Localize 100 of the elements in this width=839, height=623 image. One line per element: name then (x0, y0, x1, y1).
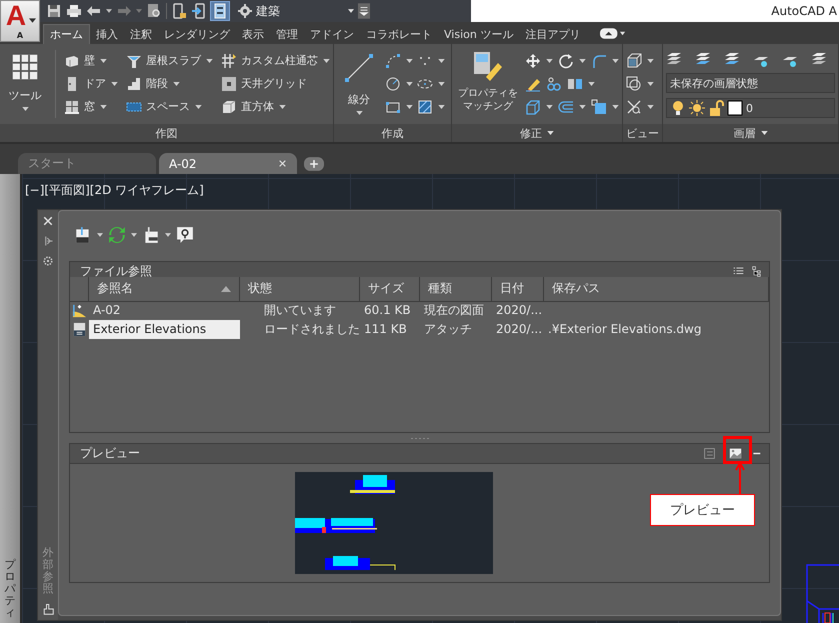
panel-title[interactable]: ビュー (623, 124, 662, 142)
line-button[interactable]: 線分 (337, 48, 381, 124)
caret-icon[interactable] (195, 104, 202, 108)
tool-button[interactable]: 階段 (126, 76, 168, 92)
redo-icon[interactable] (116, 3, 132, 19)
tool-button[interactable]: 直方体 (221, 98, 274, 114)
tool-button[interactable]: ドア (64, 76, 106, 92)
layer-state-dropdown[interactable]: 未保存の画層状態 (666, 73, 835, 93)
circle-icon[interactable] (385, 76, 401, 92)
ribbon-tab[interactable]: 挿入 (90, 24, 124, 44)
caret-icon[interactable] (406, 58, 413, 62)
caret-icon[interactable] (546, 104, 554, 108)
ribbon-tab[interactable]: コラボレート (360, 24, 438, 44)
caret-icon[interactable] (438, 58, 445, 62)
caret-icon[interactable] (588, 82, 596, 86)
ribbon-tab[interactable]: Vision ツール (438, 24, 520, 44)
fillet-icon[interactable] (591, 52, 608, 68)
shapes-icon[interactable] (626, 76, 642, 92)
zoom-icon[interactable] (626, 98, 642, 114)
panel-title[interactable]: 作図 (0, 124, 333, 142)
tree-view-icon[interactable] (752, 266, 763, 277)
panel-title[interactable]: 作成 (334, 124, 452, 142)
panel-title[interactable]: 画層 (663, 124, 838, 142)
panel-title[interactable]: 修正 (452, 124, 622, 142)
ribbon-tab[interactable]: 注釈 (124, 24, 158, 44)
hatch-icon[interactable] (417, 98, 433, 114)
tool-button[interactable]: スペース (126, 98, 190, 114)
column-header[interactable]: 種類 (420, 276, 492, 302)
auto-hide-icon[interactable] (42, 235, 54, 247)
close-icon[interactable] (42, 215, 54, 227)
properties-palette-strip[interactable]: プロパティ (0, 174, 22, 623)
caret-icon[interactable] (579, 104, 586, 108)
caret-icon[interactable] (100, 58, 107, 62)
reference-name[interactable]: Exterior Elevations (89, 320, 240, 339)
caret-icon[interactable] (579, 58, 586, 62)
extrude-icon[interactable] (525, 98, 542, 114)
arc-icon[interactable] (385, 52, 401, 68)
ribbon-tab[interactable]: 注目アプリ (519, 24, 586, 44)
ribbon-tab[interactable]: 表示 (236, 24, 270, 44)
column-header[interactable]: 参照名 (89, 276, 240, 302)
plot-preview-icon[interactable] (146, 3, 162, 19)
tool-palette-button[interactable]: ツール (3, 48, 47, 124)
offset-icon[interactable] (558, 98, 574, 114)
help-icon[interactable] (176, 226, 194, 244)
splitter-handle[interactable] (410, 436, 430, 440)
minimize-ribbon-icon[interactable] (600, 28, 626, 39)
caret-icon[interactable] (438, 104, 445, 108)
import-icon[interactable] (191, 3, 207, 19)
application-menu-button[interactable]: A A (0, 0, 40, 42)
settings-icon[interactable] (42, 255, 54, 267)
caret-icon[interactable] (97, 233, 103, 237)
caret-icon[interactable] (323, 58, 330, 62)
save-icon[interactable] (46, 3, 62, 19)
caret-icon[interactable] (173, 82, 180, 86)
caret-icon[interactable] (279, 104, 286, 108)
ribbon-tab[interactable]: アドイン (304, 24, 360, 44)
caret-icon[interactable] (546, 58, 554, 62)
caret-icon[interactable] (647, 58, 654, 62)
ribbon-tab[interactable]: レンダリング (158, 24, 236, 44)
customize-menu-icon[interactable] (358, 1, 370, 21)
caret-icon[interactable] (647, 82, 654, 86)
caret-icon[interactable] (111, 82, 118, 86)
reference-name[interactable]: A-02 (89, 301, 240, 320)
caret-icon[interactable] (647, 104, 654, 108)
file-tab[interactable]: A-02 (159, 153, 297, 174)
caret-icon[interactable] (612, 58, 620, 62)
tool-button[interactable]: 屋根スラブ (126, 52, 201, 68)
ribbon-tab[interactable]: ホーム (43, 24, 90, 44)
panel-icon[interactable] (211, 2, 229, 20)
caret-icon[interactable] (206, 58, 213, 62)
tool-button[interactable]: カスタム柱通芯 (221, 52, 318, 68)
caret-icon[interactable] (406, 82, 413, 86)
device-folder-icon[interactable] (171, 3, 187, 19)
viewport-label[interactable]: [−][平面図][2D ワイヤフレーム] (25, 182, 204, 199)
rotate-icon[interactable] (558, 52, 574, 68)
new-tab-icon[interactable] (304, 157, 324, 171)
caret-icon[interactable] (438, 82, 445, 86)
close-icon[interactable] (278, 159, 287, 168)
scale-icon[interactable] (591, 98, 608, 114)
tool-button[interactable]: 窓 (64, 98, 95, 114)
column-header[interactable]: 状態 (240, 276, 360, 302)
match-properties-button[interactable]: プロパティを マッチング (455, 48, 522, 124)
column-header[interactable]: 日付 (492, 276, 544, 302)
drawing-canvas[interactable]: [−][平面図][2D ワイヤフレーム] 外部参照 ファイル参照 参照名 状態 サイズ 種類 日付 保存パス A-02 開いています 60.1 KB 現在の図面 2020/... Exterior Elevations ロードされました 111 KB アタッチ 2020/... .¥Exterior Elevations.dwg プレビュー プレビュー (22, 174, 839, 623)
caret-icon[interactable] (612, 104, 620, 108)
caret-icon[interactable] (406, 104, 413, 108)
column-header[interactable]: 保存パス (544, 276, 769, 302)
tool-button[interactable]: 壁 (64, 52, 95, 68)
tool-button[interactable]: 天井グリッド (221, 76, 307, 92)
copy-icon[interactable] (546, 76, 562, 92)
caret-icon[interactable] (165, 233, 171, 237)
caret-icon[interactable] (131, 233, 137, 237)
print-icon[interactable] (66, 3, 82, 19)
workspace-dropdown[interactable]: 建築 (233, 2, 284, 20)
cube-icon[interactable] (626, 52, 642, 68)
column-header[interactable]: サイズ (360, 276, 420, 302)
caret-icon[interactable] (106, 9, 112, 13)
refresh-icon[interactable] (108, 226, 126, 244)
hand-icon[interactable] (42, 603, 54, 615)
list-view-icon[interactable] (733, 266, 744, 277)
